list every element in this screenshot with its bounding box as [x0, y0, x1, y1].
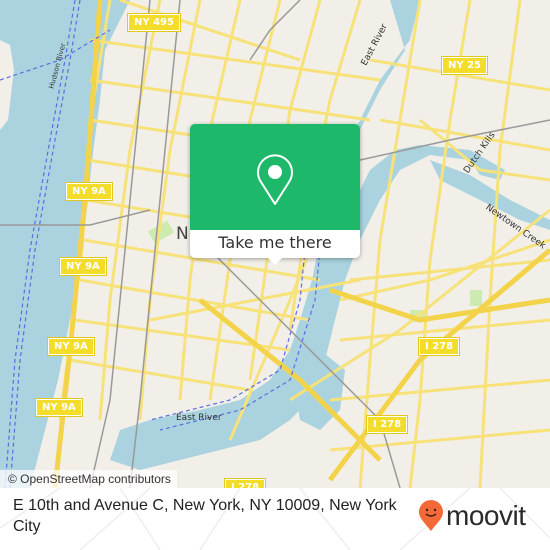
moovit-wordmark: moovit: [446, 500, 526, 531]
map-pin-icon: [257, 154, 293, 205]
moovit-pin-icon: [419, 500, 443, 531]
location-popup: Take me there: [190, 124, 360, 265]
footer: E 10th and Avenue C, New York, NY 10009,…: [0, 488, 550, 550]
highway-shield-i278: I 278: [223, 478, 267, 488]
highway-shield-ny9a: NY 9A: [35, 398, 83, 417]
park: [470, 290, 482, 306]
map-place-label: N: [176, 224, 189, 244]
map-view[interactable]: NY 495 NY 25 NY 9A NY 9A NY 9A NY 9A I 2…: [0, 0, 550, 488]
highway-shield-i278: I 278: [365, 415, 409, 434]
popup-header: [190, 124, 360, 230]
address-text: E 10th and Avenue C, New York, NY 10009,…: [13, 497, 397, 535]
take-me-there-button[interactable]: Take me there: [190, 230, 360, 258]
highway-shield-ny9a: NY 9A: [65, 182, 113, 201]
popup-pointer: [267, 257, 283, 265]
highway-shield-ny9a: NY 9A: [47, 337, 95, 356]
highway-shield-ny9a: NY 9A: [59, 257, 107, 276]
highway-shield-ny25: NY 25: [440, 56, 489, 75]
water-label-east-river: East River: [176, 413, 222, 423]
map-attribution[interactable]: © OpenStreetMap contributors: [0, 470, 177, 488]
highway-shield-i278: I 278: [417, 337, 461, 356]
highway-shield-ny495: NY 495: [127, 13, 181, 32]
moovit-logo[interactable]: moovit: [418, 500, 526, 532]
